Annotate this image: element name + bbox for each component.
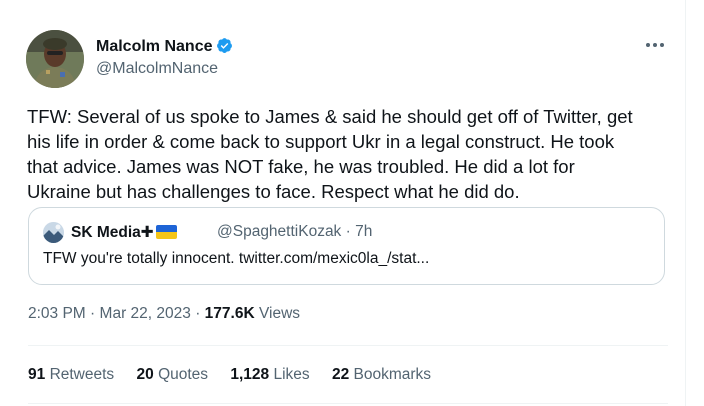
quoted-tweet-card[interactable]: SK Media✚ @SpaghettiKozak · 7h TFW you'r…: [28, 207, 665, 285]
bookmarks-stat[interactable]: 22 Bookmarks: [332, 366, 431, 384]
author-name-text[interactable]: Malcolm Nance: [96, 38, 212, 55]
more-options-icon[interactable]: [640, 34, 670, 56]
likes-stat[interactable]: 1,128 Likes: [230, 366, 309, 384]
quoted-tweet-text: TFW you're totally innocent. twitter.com…: [43, 250, 430, 267]
retweets-label: Retweets: [49, 366, 115, 383]
quotes-count: 20: [136, 366, 154, 383]
views-count: 177.6K: [204, 305, 255, 322]
engagement-stats: 91 Retweets 20 Quotes 1,128 Likes 22 Boo…: [28, 366, 449, 384]
quoted-age[interactable]: 7h: [355, 223, 372, 240]
ukraine-flag-icon: [155, 225, 177, 239]
retweets-stat[interactable]: 91 Retweets: [28, 366, 114, 384]
divider: [28, 345, 668, 346]
likes-label: Likes: [273, 366, 310, 383]
quoted-meta: @SpaghettiKozak · 7h: [217, 223, 372, 241]
tweet-text-line: his life in order & come back to support…: [27, 131, 615, 152]
bookmarks-label: Bookmarks: [353, 366, 432, 383]
author-avatar[interactable]: [26, 30, 84, 88]
quoted-avatar-image: [43, 222, 64, 243]
quoted-author-name-text[interactable]: SK Media: [71, 224, 141, 241]
more-dot: [653, 43, 657, 47]
cross-glyph: ✚: [140, 224, 154, 241]
more-dot: [660, 43, 664, 47]
quoted-handle[interactable]: @SpaghettiKozak: [217, 223, 341, 240]
tweet-text: TFW: Several of us spoke to James & said…: [27, 104, 677, 204]
quoted-separator: ·: [345, 223, 351, 240]
quoted-author-avatar[interactable]: [43, 222, 64, 243]
quotes-label: Quotes: [158, 366, 209, 383]
author-handle[interactable]: @MalcolmNance: [96, 60, 218, 78]
quoted-author-name[interactable]: SK Media✚: [71, 223, 177, 242]
more-dot: [646, 43, 650, 47]
views-label: Views: [258, 305, 301, 322]
meta-separator: ·: [195, 305, 201, 322]
timestamp-line: 2:03 PM · Mar 22, 2023 · 177.6K Views: [28, 305, 300, 323]
avatar-image: [26, 30, 84, 88]
retweets-count: 91: [28, 366, 46, 383]
tweet-time[interactable]: 2:03 PM: [28, 305, 86, 322]
verified-badge-icon: [217, 38, 233, 53]
meta-separator: ·: [90, 305, 96, 322]
bookmarks-count: 22: [331, 366, 350, 383]
quotes-stat[interactable]: 20 Quotes: [137, 366, 209, 384]
tweet-text-line: TFW: Several of us spoke to James & said…: [27, 106, 633, 127]
tweet-text-line: Ukraine but has challenges to face. Resp…: [27, 181, 520, 202]
divider: [28, 403, 668, 404]
tweet-date[interactable]: Mar 22, 2023: [100, 305, 191, 322]
author-display-name[interactable]: Malcolm Nance: [96, 37, 233, 56]
tweet-card: Malcolm Nance @MalcolmNance TFW: Several…: [0, 0, 686, 406]
likes-count: 1,128: [230, 366, 270, 383]
tweet-text-line: that advice. James was NOT fake, he was …: [27, 156, 575, 177]
